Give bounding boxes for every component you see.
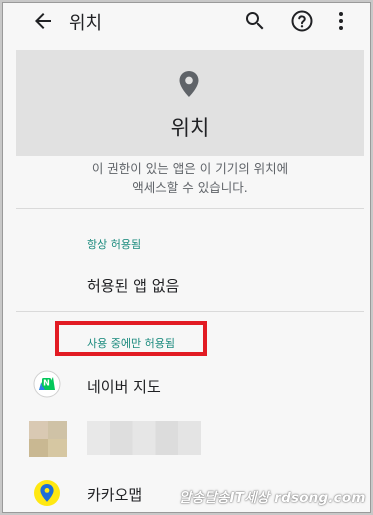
description-line-1: 이 권한이 있는 앱은 이 기기의 위치에 — [91, 161, 289, 176]
empty-state-text: 허용된 앱 없음 — [87, 277, 180, 295]
watermark: 알송달송IT세상 rdsong.com — [179, 490, 366, 506]
app-bar: 위치 — [3, 3, 370, 39]
app-name: 네이버 지도 — [87, 378, 161, 396]
search-icon[interactable] — [243, 9, 267, 33]
more-vert-icon[interactable] — [331, 9, 351, 33]
description-line-2: 액세스할 수 있습니다. — [132, 180, 248, 195]
permission-header: 위치 — [16, 50, 364, 156]
divider — [16, 311, 364, 312]
section-label-always: 항상 허용됨 — [87, 238, 142, 251]
blurred-app-icon — [29, 421, 67, 457]
svg-text:N: N — [43, 379, 50, 388]
back-arrow-icon[interactable] — [31, 9, 55, 33]
naver-map-icon: N — [33, 370, 61, 398]
highlight-box — [55, 321, 207, 356]
location-pin-icon — [179, 71, 199, 97]
app-name: 카카오맵 — [87, 486, 143, 504]
permission-description: 이 권한이 있는 앱은 이 기기의 위치에 액세스할 수 있습니다. — [16, 159, 364, 197]
divider — [16, 208, 364, 209]
permission-title: 위치 — [170, 116, 210, 140]
blurred-app-name — [87, 421, 201, 455]
page-title: 위치 — [69, 13, 103, 34]
help-icon[interactable] — [290, 9, 314, 33]
kakaomap-icon — [34, 480, 60, 506]
phone-screen: 위치 위치 이 권한이 있는 앱은 이 기기의 위치에 액세스할 수 있습니다.… — [2, 2, 371, 513]
